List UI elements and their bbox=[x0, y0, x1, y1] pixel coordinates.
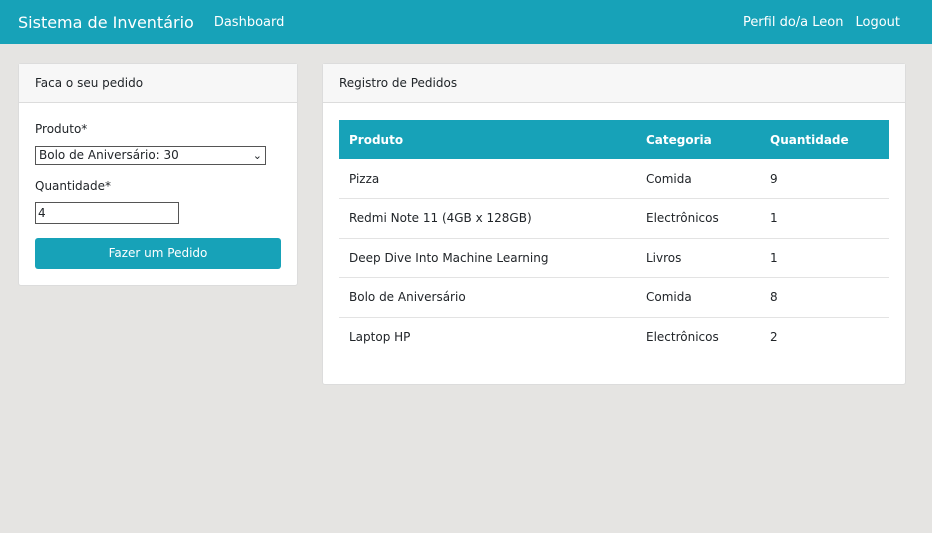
cell-quantity: 9 bbox=[760, 159, 889, 199]
nav-profile-link[interactable]: Perfil do/a Leon bbox=[743, 15, 844, 30]
quantity-input[interactable]: 4 bbox=[35, 202, 179, 224]
product-select[interactable]: Bolo de Aniversário: 30 ⌄ bbox=[35, 146, 266, 165]
table-row: Laptop HP Electrônicos 2 bbox=[339, 317, 889, 357]
cell-quantity: 1 bbox=[760, 198, 889, 239]
column-header-product: Produto bbox=[349, 132, 404, 147]
orders-title: Registro de Pedidos bbox=[323, 64, 905, 103]
chevron-down-icon: ⌄ bbox=[252, 149, 262, 162]
cell-category: Electrônicos bbox=[646, 330, 719, 344]
cell-quantity: 1 bbox=[760, 238, 889, 278]
table-row: Redmi Note 11 (4GB x 128GB) Electrônicos… bbox=[339, 198, 889, 239]
table-row: Bolo de Aniversário Comida 8 bbox=[339, 277, 889, 318]
column-header-quantity: Quantidade bbox=[770, 132, 849, 147]
nav-dashboard-link[interactable]: Dashboard bbox=[214, 15, 285, 30]
cell-quantity: 2 bbox=[770, 330, 778, 344]
product-select-value: Bolo de Aniversário: 30 bbox=[39, 148, 179, 162]
orders-table: Produto Categoria Quantidade Pizza Comid… bbox=[339, 120, 889, 357]
column-header-category: Categoria bbox=[646, 132, 712, 147]
nav-right: Perfil do/a Leon Logout bbox=[743, 15, 914, 30]
place-order-button[interactable]: Fazer um Pedido bbox=[35, 238, 281, 269]
cell-product: Pizza bbox=[339, 159, 636, 199]
cell-category: Comida bbox=[636, 159, 760, 199]
table-row: Pizza Comida 9 bbox=[339, 159, 889, 199]
table-row: Deep Dive Into Machine Learning Livros 1 bbox=[339, 238, 889, 278]
order-form-card: Faca o seu pedido Produto* Bolo de Anive… bbox=[18, 63, 298, 286]
cell-category: Livros bbox=[636, 238, 760, 278]
nav-logout-link[interactable]: Logout bbox=[855, 15, 900, 30]
cell-product: Deep Dive Into Machine Learning bbox=[339, 238, 636, 278]
orders-table-header: Produto Categoria Quantidade bbox=[339, 120, 889, 159]
cell-category: Electrônicos bbox=[636, 198, 760, 239]
orders-card: Registro de Pedidos Produto Categoria Qu… bbox=[322, 63, 906, 385]
cell-product: Redmi Note 11 (4GB x 128GB) bbox=[339, 198, 636, 239]
cell-product: Bolo de Aniversário bbox=[339, 277, 636, 318]
order-form-title: Faca o seu pedido bbox=[19, 64, 297, 103]
brand-title[interactable]: Sistema de Inventário bbox=[18, 13, 194, 32]
cell-category: Comida bbox=[636, 277, 760, 318]
quantity-label: Quantidade* bbox=[35, 179, 112, 193]
product-label: Produto* bbox=[35, 122, 88, 136]
navbar: Sistema de Inventário Dashboard Perfil d… bbox=[0, 0, 932, 44]
cell-product: Laptop HP bbox=[349, 330, 411, 344]
cell-quantity: 8 bbox=[760, 277, 889, 318]
